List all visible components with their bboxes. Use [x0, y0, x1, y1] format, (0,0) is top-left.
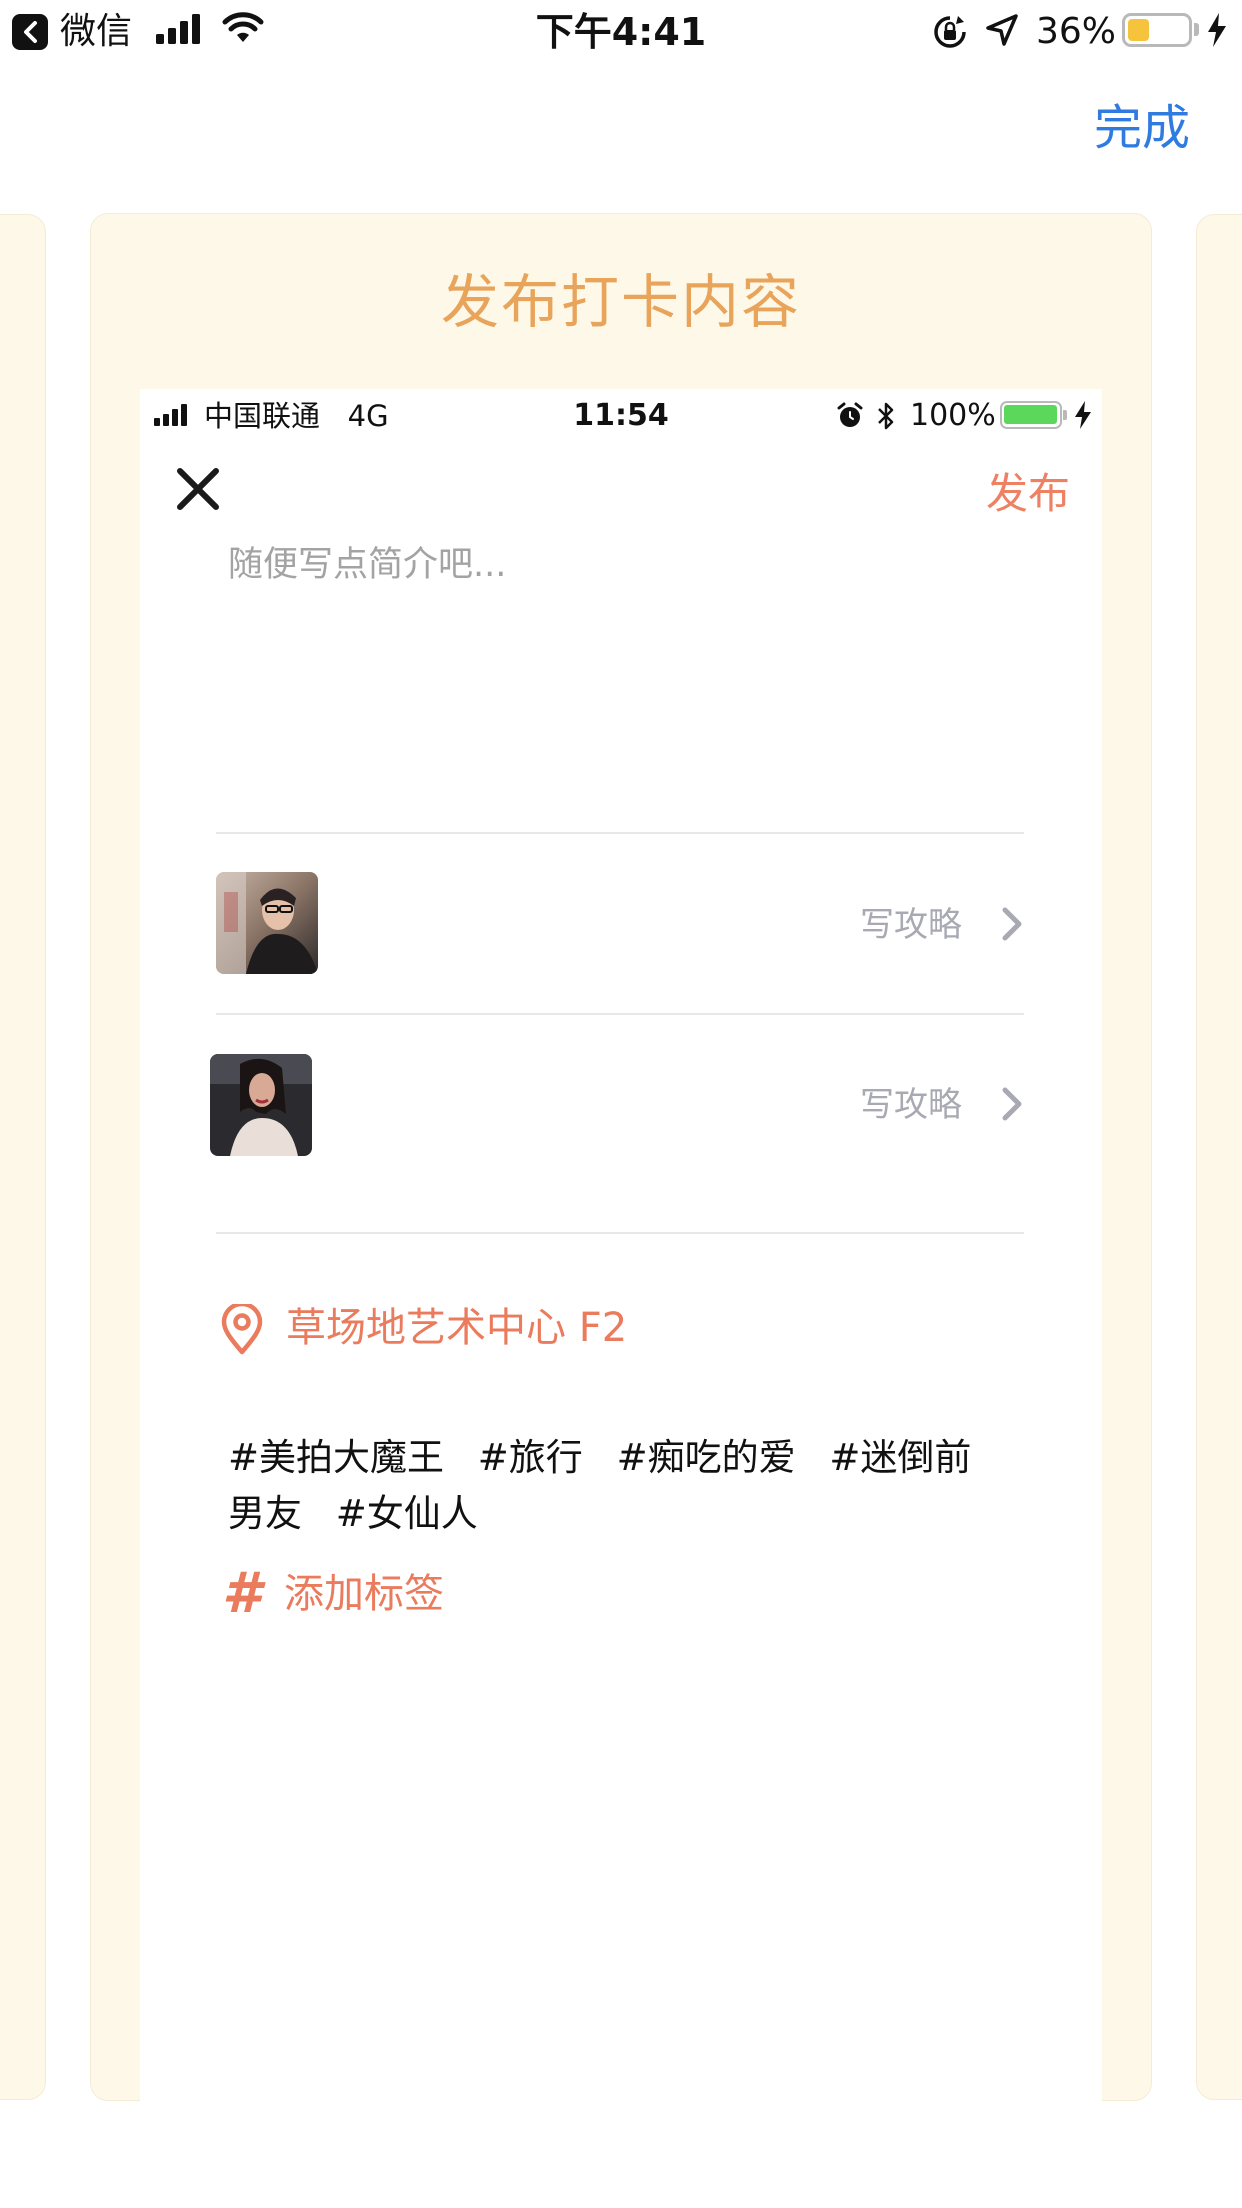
bluetooth-icon: [878, 402, 894, 430]
add-tag-button[interactable]: 添加标签: [284, 1566, 444, 1622]
charging-bolt-icon: [1208, 13, 1226, 47]
inner-battery-percent: 100%: [910, 398, 996, 433]
photo-man-image: [216, 872, 318, 974]
card-title: 发布打卡内容: [440, 268, 801, 336]
inner-battery-icon: [1000, 401, 1062, 429]
status-bar: 微信 下午4:41 36%: [0, 0, 1242, 62]
location-pin-icon: [221, 1304, 263, 1355]
tag-list: #美拍大魔王 #旅行 #痴吃的爱 #迷倒前男友 #女仙人: [228, 1430, 1008, 1542]
publish-button[interactable]: 发布: [960, 466, 1070, 522]
rotation-lock-icon: [934, 16, 966, 48]
battery-tip: [1194, 23, 1199, 36]
write-guide-link[interactable]: 写攻略: [702, 1082, 962, 1128]
divider: [216, 832, 1024, 834]
chevron-right-icon[interactable]: [997, 902, 1027, 946]
divider: [216, 1013, 1024, 1015]
chevron-right-icon[interactable]: [997, 1082, 1027, 1126]
tag-item[interactable]: #痴吃的爱: [617, 1436, 796, 1479]
location-arrow-icon: [986, 14, 1018, 46]
tag-item[interactable]: #女仙人: [336, 1492, 478, 1535]
photo-woman-image: [210, 1054, 312, 1156]
battery-percent: 36%: [1036, 11, 1117, 52]
done-button[interactable]: 完成: [1060, 96, 1190, 160]
divider: [216, 1232, 1024, 1234]
battery-icon: [1122, 13, 1192, 47]
next-card[interactable]: [1196, 214, 1242, 2100]
inner-charging-bolt-icon: [1075, 401, 1091, 429]
intro-input[interactable]: [228, 540, 1008, 800]
photo-thumbnail[interactable]: [216, 872, 318, 974]
close-icon[interactable]: [172, 463, 224, 515]
tag-item[interactable]: #旅行: [478, 1436, 583, 1479]
inner-battery-tip: [1063, 410, 1067, 420]
location-label[interactable]: 草场地艺术中心 F2: [286, 1300, 627, 1356]
hashtag-icon[interactable]: #: [222, 1566, 261, 1622]
previous-card[interactable]: [0, 214, 46, 2100]
alarm-icon: [837, 402, 863, 427]
tag-item[interactable]: #美拍大魔王: [228, 1436, 444, 1479]
write-guide-link[interactable]: 写攻略: [702, 902, 962, 948]
photo-thumbnail[interactable]: [210, 1054, 312, 1156]
